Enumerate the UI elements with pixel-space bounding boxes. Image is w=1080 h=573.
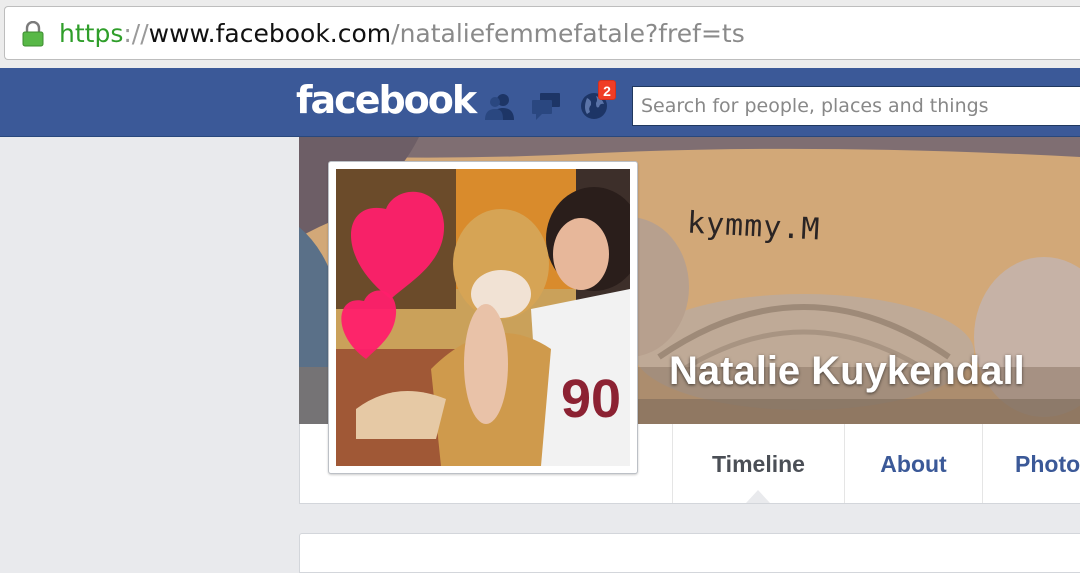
content-card: [299, 533, 1080, 573]
browser-address-bar: https://www.facebook.com/nataliefemmefat…: [0, 0, 1080, 69]
url-scheme: https: [59, 19, 124, 48]
active-tab-indicator: [746, 490, 770, 503]
profile-picture[interactable]: 90: [328, 161, 638, 474]
friends-icon[interactable]: [484, 90, 516, 122]
facebook-header: facebook 2: [0, 68, 1080, 137]
search-input[interactable]: [632, 86, 1080, 126]
url-field[interactable]: https://www.facebook.com/nataliefemmefat…: [4, 6, 1080, 60]
profile-photo: 90: [336, 169, 630, 466]
profile-name[interactable]: Natalie Kuykendall: [669, 349, 1025, 394]
notifications-badge: 2: [598, 80, 616, 100]
facebook-logo[interactable]: facebook: [296, 76, 477, 124]
lock-icon: [22, 21, 44, 47]
url-text: https://www.facebook.com/nataliefemmefat…: [59, 19, 745, 49]
svg-text:90: 90: [561, 369, 621, 429]
tab-about[interactable]: About: [844, 424, 982, 503]
cover-signature: kymmy.M: [686, 205, 822, 248]
url-host: www.facebook.com: [148, 19, 392, 48]
url-separator: ://: [123, 19, 149, 48]
messages-icon[interactable]: [530, 90, 562, 122]
url-path: /nataliefemmefatale?fref=ts: [391, 19, 745, 48]
tab-photos[interactable]: Photo: [982, 424, 1080, 503]
